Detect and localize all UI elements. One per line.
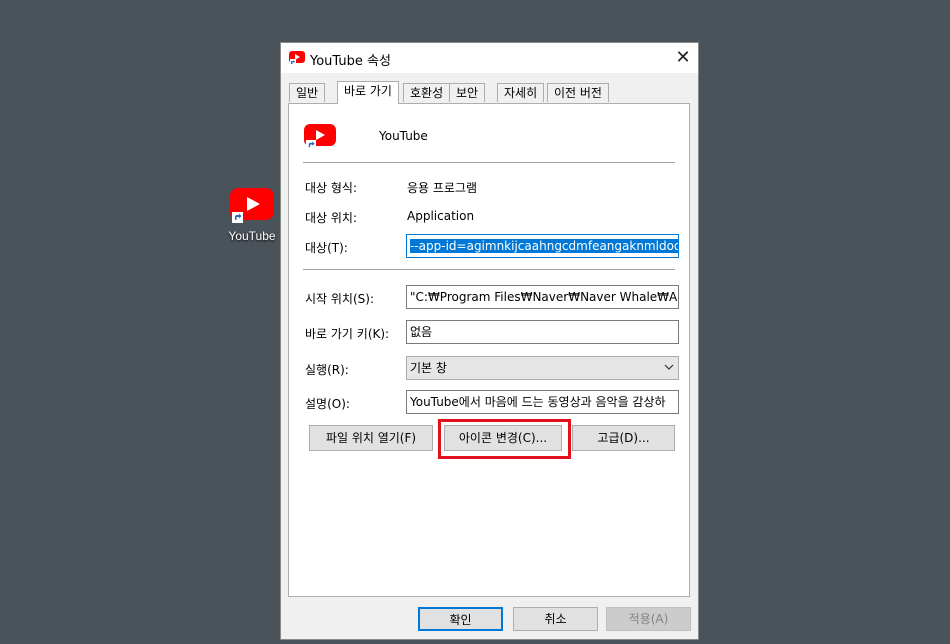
comment-label: 설명(O): <box>305 397 350 411</box>
dialog-title: YouTube 속성 <box>310 54 391 69</box>
run-label: 실행(R): <box>305 363 349 377</box>
cancel-button[interactable]: 취소 <box>513 607 598 631</box>
shortcut-key-label: 바로 가기 키(K): <box>305 327 390 341</box>
apply-button[interactable]: 적용(A) <box>606 607 691 631</box>
run-select-value: 기본 창 <box>410 361 447 375</box>
title-bar[interactable]: YouTube 속성 ✕ <box>281 43 698 73</box>
target-input-selected-text: --app-id=agimnkijcaahngcdmfeangaknmldoom… <box>410 239 678 253</box>
target-location-value: Application <box>407 209 475 223</box>
change-icon-button[interactable]: 아이콘 변경(C)... <box>444 425 562 451</box>
desktop: YouTube YouTube 속성 ✕ 일반 바로 가기 호환성 보안 자세히… <box>0 0 950 644</box>
youtube-icon <box>289 51 305 65</box>
properties-dialog: YouTube 속성 ✕ 일반 바로 가기 호환성 보안 자세히 이전 버전 Y… <box>280 42 699 640</box>
desktop-icon-label: YouTube <box>228 229 276 243</box>
app-name: YouTube <box>379 129 428 143</box>
separator <box>303 269 675 270</box>
comment-input[interactable]: YouTube에서 마음에 드는 동영상과 음악을 감상하 <box>406 390 679 414</box>
tab-general[interactable]: 일반 <box>289 83 326 102</box>
desktop-youtube-shortcut[interactable]: YouTube <box>224 186 280 246</box>
shortcut-key-input[interactable]: 없음 <box>406 320 679 344</box>
target-label: 대상(T): <box>305 241 348 255</box>
tab-compatibility[interactable]: 호환성 <box>403 83 451 102</box>
close-button[interactable]: ✕ <box>668 43 698 73</box>
open-file-location-button[interactable]: 파일 위치 열기(F) <box>309 425 433 451</box>
target-input[interactable]: --app-id=agimnkijcaahngcdmfeangaknmldoom… <box>406 234 679 258</box>
chevron-down-icon <box>664 364 674 370</box>
separator <box>303 162 675 163</box>
tab-security[interactable]: 보안 <box>449 83 486 102</box>
tab-details[interactable]: 자세히 <box>497 83 545 102</box>
tab-shortcut[interactable]: 바로 가기 <box>337 81 399 104</box>
start-in-label: 시작 위치(S): <box>305 292 374 306</box>
advanced-button[interactable]: 고급(D)... <box>572 425 675 451</box>
close-icon: ✕ <box>675 47 691 68</box>
tab-previous-versions[interactable]: 이전 버전 <box>547 83 609 102</box>
shortcut-arrow-icon <box>232 212 243 223</box>
ok-button[interactable]: 확인 <box>418 607 503 631</box>
target-location-label: 대상 위치: <box>305 211 358 225</box>
shortcut-arrow-icon <box>306 140 316 150</box>
run-select[interactable]: 기본 창 <box>406 356 679 380</box>
target-type-label: 대상 형식: <box>305 181 358 195</box>
start-in-input[interactable]: "C:₩Program Files₩Naver₩Naver Whale₩Appl… <box>406 285 679 309</box>
target-type-value: 응용 프로그램 <box>407 181 478 195</box>
shortcut-tab-panel: YouTube 대상 형식: 응용 프로그램 대상 위치: Applicatio… <box>288 103 690 597</box>
